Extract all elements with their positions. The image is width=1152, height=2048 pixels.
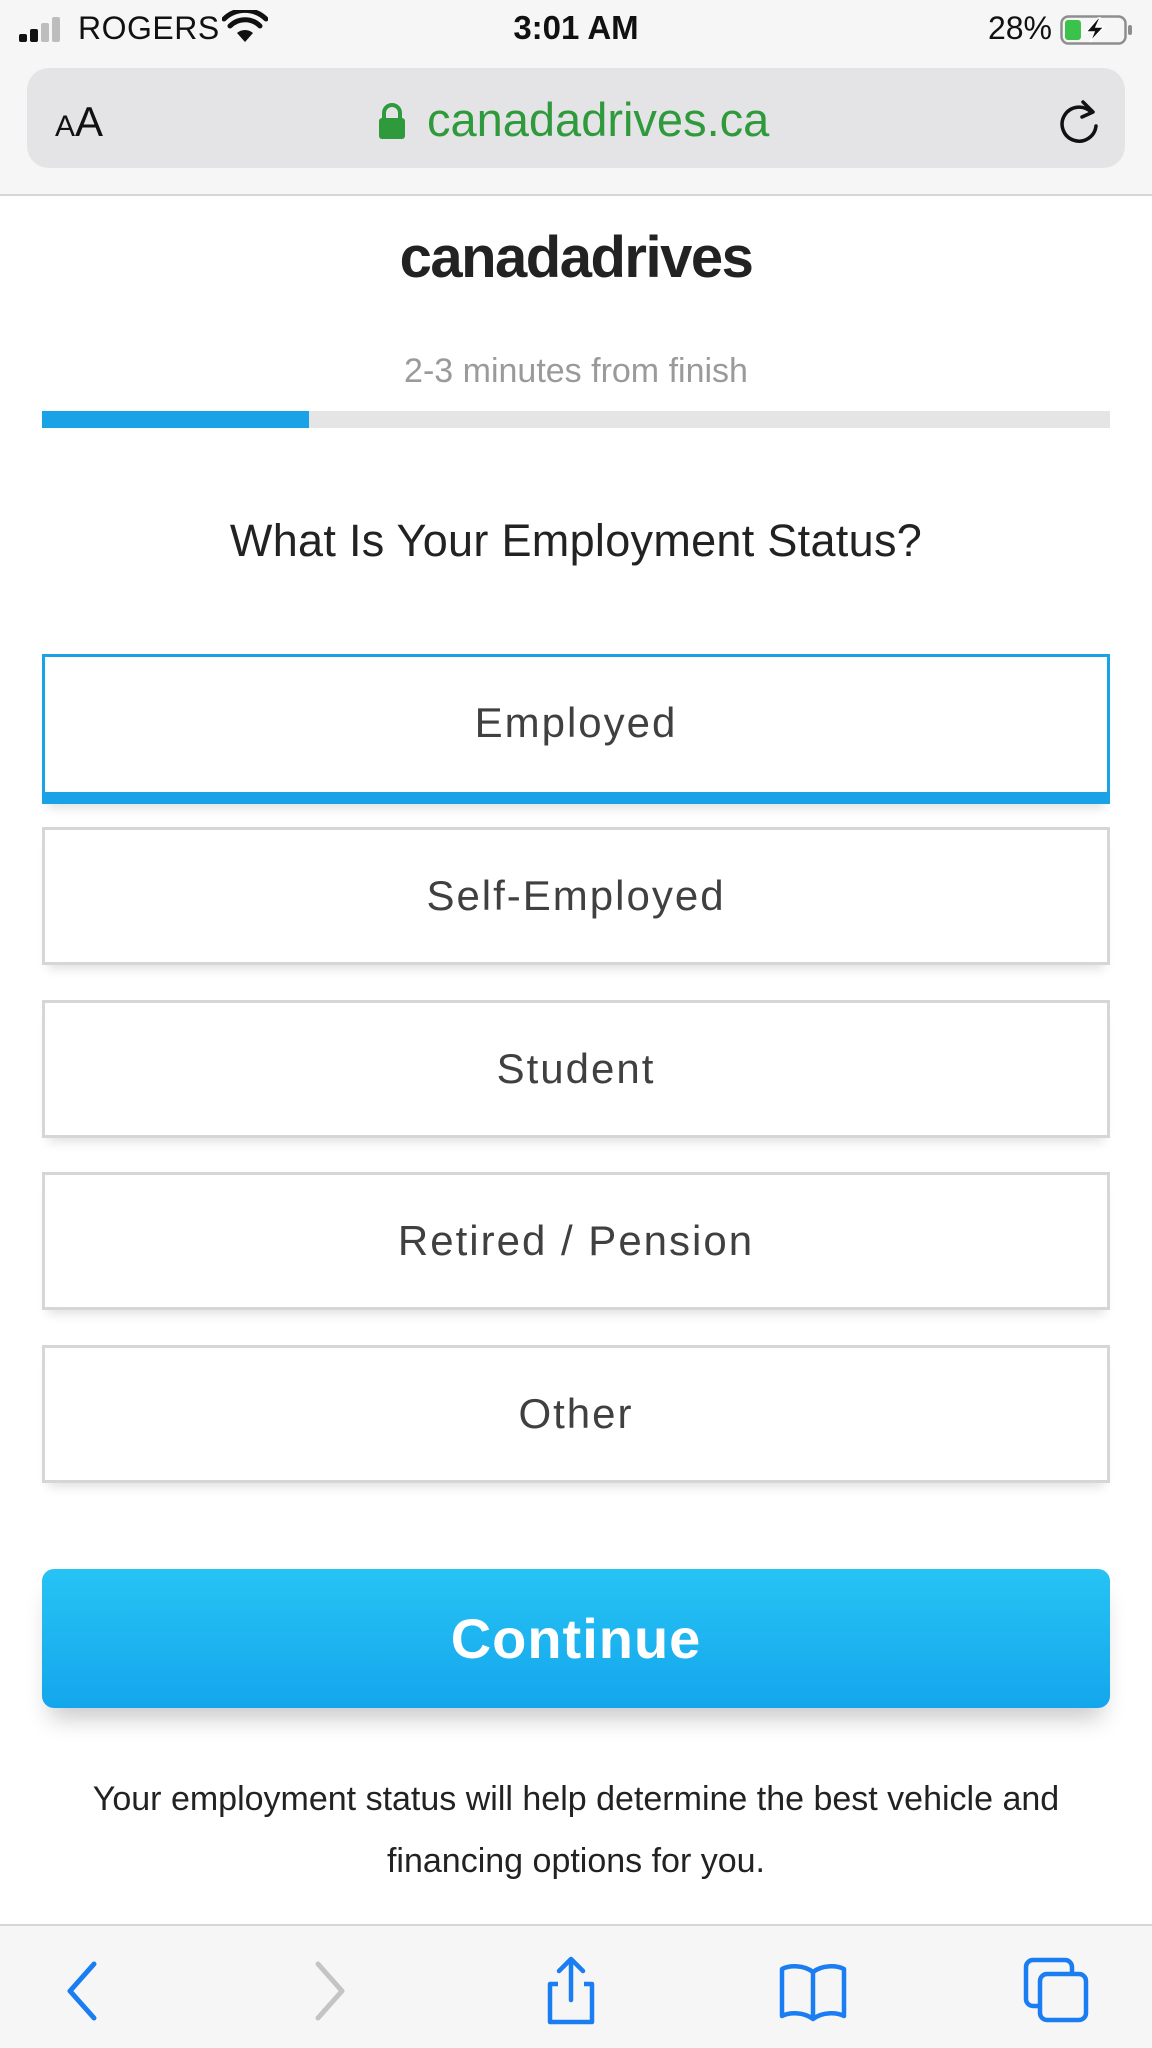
text-size-button[interactable]: AA — [55, 98, 103, 146]
lock-icon — [379, 103, 405, 139]
progress-bar — [42, 411, 1110, 428]
question-heading: What Is Your Employment Status? — [229, 515, 923, 566]
url-domain[interactable]: canadadrives.ca — [427, 92, 769, 147]
option-other[interactable]: Other — [42, 1345, 1110, 1483]
helper-text: Your employment status will help determi… — [92, 1780, 1060, 1880]
option-self-employed[interactable]: Self-Employed — [42, 827, 1110, 965]
continue-button[interactable]: Continue — [42, 1569, 1110, 1708]
share-icon[interactable] — [536, 1956, 606, 2026]
battery-charging-icon — [1060, 15, 1132, 45]
forward-chevron-right-icon[interactable] — [292, 1956, 362, 2026]
progress-text: 2-3 minutes from finish — [404, 352, 748, 390]
status-bar: ROGERS 3:01 AM 28% — [0, 0, 1152, 58]
option-student[interactable]: Student — [42, 1000, 1110, 1138]
browser-toolbar — [0, 1924, 1152, 2048]
battery-percentage: 28% — [987, 10, 1052, 46]
browser-address-area: AA canadadrives.ca — [0, 58, 1152, 196]
option-label: Self-Employed — [426, 872, 726, 919]
option-employed[interactable]: Employed — [42, 654, 1110, 804]
back-chevron-left-icon[interactable] — [50, 1956, 120, 2026]
clock-time: 3:01 AM — [513, 9, 639, 46]
option-label: Employed — [474, 699, 678, 746]
reload-icon[interactable] — [1055, 98, 1103, 148]
address-bar[interactable]: AA canadadrives.ca — [27, 68, 1125, 168]
option-label: Retired / Pension — [397, 1217, 755, 1264]
continue-label: Continue — [450, 1607, 702, 1670]
option-label: Other — [518, 1390, 634, 1437]
canadadrives-logo: canadadrives — [399, 225, 754, 290]
progress-bar-fill — [42, 411, 309, 428]
tabs-icon[interactable] — [1022, 1956, 1092, 2026]
option-label: Student — [496, 1045, 656, 1092]
option-retired-pension[interactable]: Retired / Pension — [42, 1172, 1110, 1310]
bookmarks-book-icon[interactable] — [778, 1956, 848, 2026]
